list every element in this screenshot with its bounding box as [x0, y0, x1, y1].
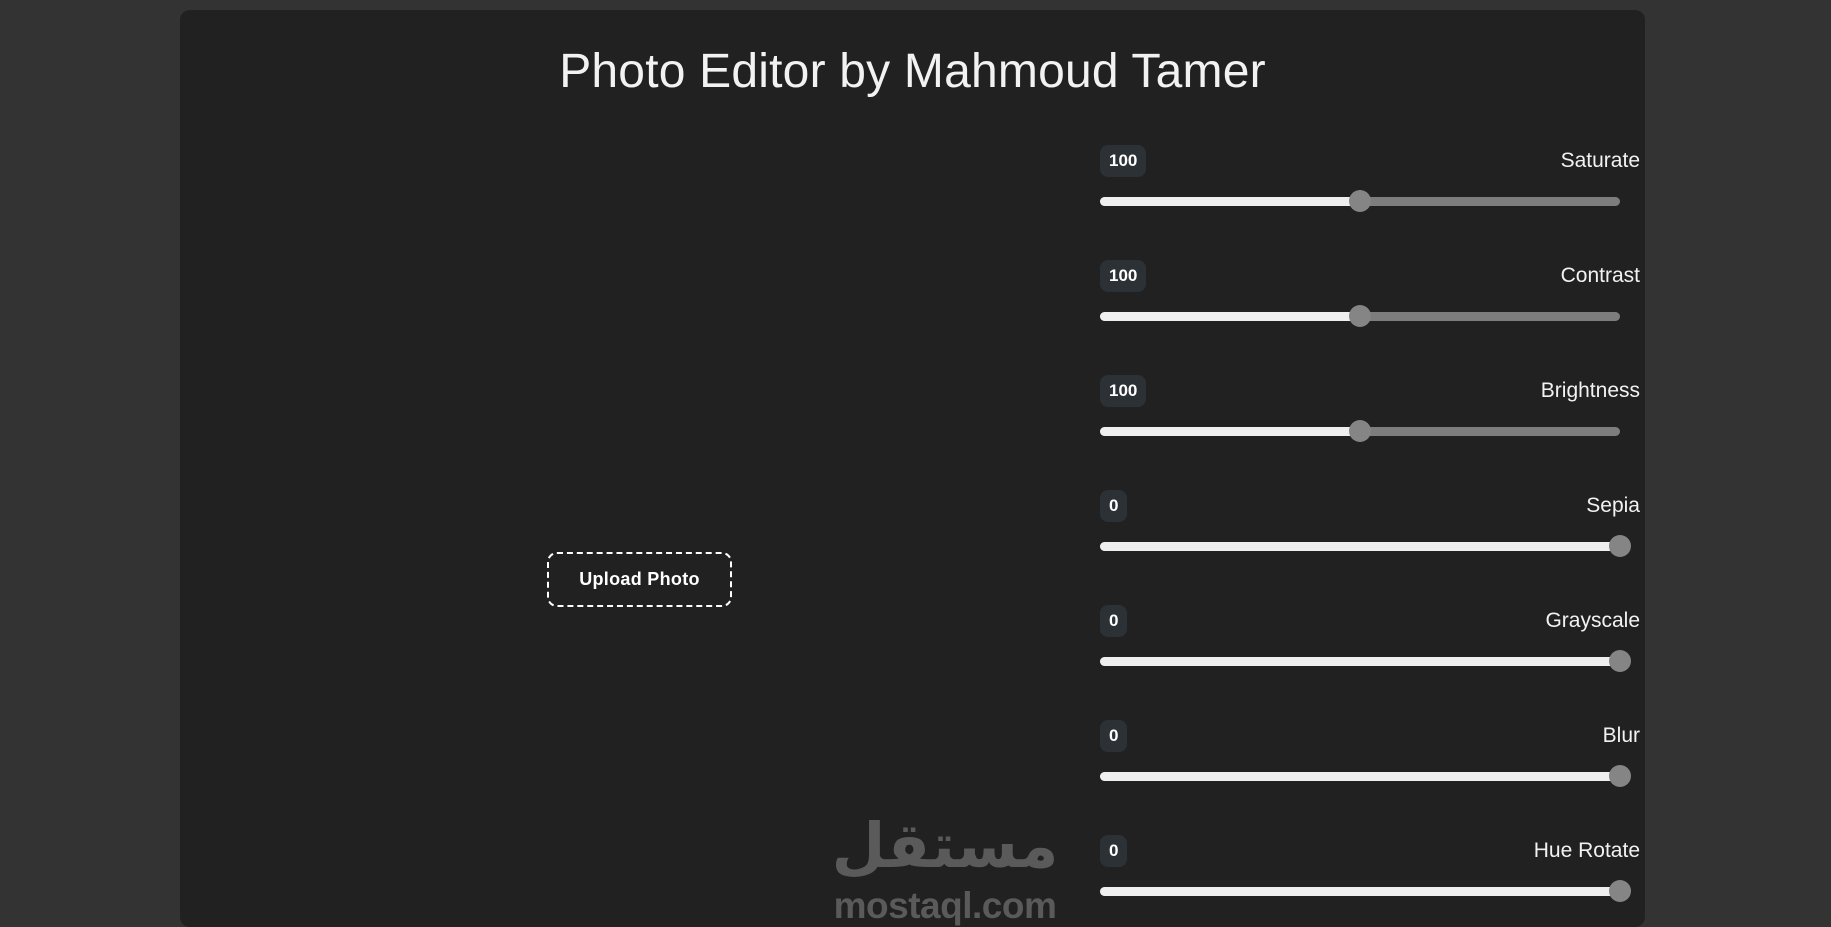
- control-group-contrast: 100 Contrast: [1100, 255, 1640, 370]
- control-label-contrast: Contrast: [1560, 264, 1640, 287]
- slider-fill-contrast: [1100, 312, 1360, 321]
- upload-photo-button[interactable]: Upload Photo: [547, 552, 732, 607]
- slider-sepia[interactable]: [1100, 535, 1631, 557]
- value-badge-sepia: 0: [1100, 490, 1128, 522]
- mostaql-watermark: مستقل mostaql.com: [800, 810, 1090, 927]
- value-badge-contrast: 100: [1100, 260, 1147, 292]
- control-header-brightness: 100 Brightness: [1100, 370, 1640, 412]
- control-label-blur: Blur: [1602, 724, 1640, 747]
- slider-blur[interactable]: [1100, 765, 1631, 787]
- control-group-saturate: 100 Saturate: [1100, 140, 1640, 255]
- control-header-saturate: 100 Saturate: [1100, 140, 1640, 182]
- slider-fill-blur: [1100, 772, 1620, 781]
- slider-fill-brightness: [1100, 427, 1360, 436]
- slider-brightness[interactable]: [1100, 420, 1620, 442]
- control-header-sepia: 0 Sepia: [1100, 485, 1640, 527]
- control-header-contrast: 100 Contrast: [1100, 255, 1640, 297]
- control-group-blur: 0 Blur: [1100, 715, 1640, 830]
- slider-contrast[interactable]: [1100, 305, 1620, 327]
- slider-fill-sepia: [1100, 542, 1620, 551]
- slider-thumb-contrast[interactable]: [1349, 305, 1371, 327]
- slider-thumb-brightness[interactable]: [1349, 420, 1371, 442]
- page-title: Photo Editor by Mahmoud Tamer: [559, 45, 1266, 98]
- slider-fill-hue-rotate: [1100, 887, 1620, 896]
- filter-controls-panel: 100 Saturate 100 Contrast 100 Brightness 0 Sepi…: [1100, 140, 1640, 927]
- slider-thumb-blur[interactable]: [1609, 765, 1631, 787]
- value-badge-brightness: 100: [1100, 375, 1147, 407]
- watermark-arabic-text: مستقل: [831, 809, 1059, 882]
- control-group-grayscale: 0 Grayscale: [1100, 600, 1640, 715]
- control-header-grayscale: 0 Grayscale: [1100, 600, 1640, 642]
- value-badge-grayscale: 0: [1100, 605, 1128, 637]
- slider-thumb-sepia[interactable]: [1609, 535, 1631, 557]
- control-header-blur: 0 Blur: [1100, 715, 1640, 757]
- slider-fill-grayscale: [1100, 657, 1620, 666]
- control-label-hue-rotate: Hue Rotate: [1533, 839, 1640, 862]
- slider-fill-saturate: [1100, 197, 1360, 206]
- app-panel: Photo Editor by Mahmoud Tamer Upload Pho…: [180, 10, 1645, 927]
- control-label-grayscale: Grayscale: [1545, 609, 1640, 632]
- slider-saturate[interactable]: [1100, 190, 1620, 212]
- control-label-brightness: Brightness: [1540, 379, 1640, 402]
- value-badge-saturate: 100: [1100, 145, 1147, 177]
- value-badge-hue-rotate: 0: [1100, 835, 1128, 867]
- control-label-sepia: Sepia: [1586, 494, 1640, 517]
- watermark-domain-text: mostaql.com: [833, 885, 1057, 926]
- control-group-brightness: 100 Brightness: [1100, 370, 1640, 485]
- slider-grayscale[interactable]: [1100, 650, 1631, 672]
- slider-thumb-hue-rotate[interactable]: [1609, 880, 1631, 902]
- value-badge-blur: 0: [1100, 720, 1128, 752]
- control-group-sepia: 0 Sepia: [1100, 485, 1640, 600]
- image-preview-area: Upload Photo مستقل mostaql.com: [180, 140, 1058, 926]
- control-group-hue-rotate: 0 Hue Rotate: [1100, 830, 1640, 927]
- control-label-saturate: Saturate: [1560, 149, 1640, 172]
- control-header-hue-rotate: 0 Hue Rotate: [1100, 830, 1640, 872]
- slider-hue-rotate[interactable]: [1100, 880, 1631, 902]
- slider-thumb-saturate[interactable]: [1349, 190, 1371, 212]
- slider-thumb-grayscale[interactable]: [1609, 650, 1631, 672]
